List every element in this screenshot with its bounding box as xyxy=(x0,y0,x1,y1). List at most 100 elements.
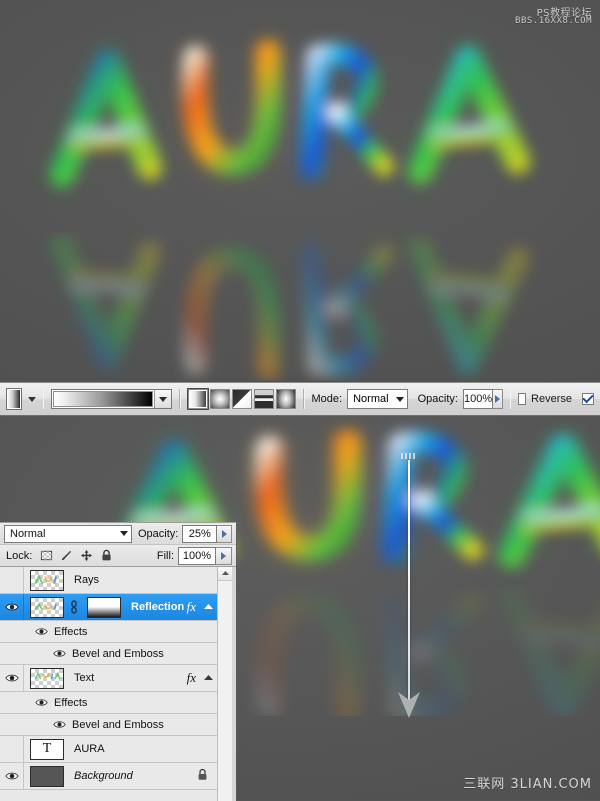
fill-value: 100% xyxy=(182,549,212,562)
eye-icon[interactable] xyxy=(4,602,19,612)
layer-name-effects-reflection: Effects xyxy=(54,625,88,638)
layer-thumbnail-background[interactable] xyxy=(30,765,64,787)
layer-list[interactable]: Rays Reflection fx Effects Bevel and Emb… xyxy=(0,567,218,801)
visibility-toggle-bevel-emboss-reflection[interactable] xyxy=(52,649,66,658)
fill-label: Fill: xyxy=(156,549,174,562)
eye-icon[interactable] xyxy=(52,720,66,729)
lock-all-icon[interactable] xyxy=(100,549,113,562)
layer-mask-thumbnail-reflection[interactable] xyxy=(87,596,121,618)
layer-blend-mode-value: Normal xyxy=(10,527,46,540)
gradient-preset-picker[interactable] xyxy=(51,389,173,409)
visibility-toggle-effects-reflection[interactable] xyxy=(34,627,48,636)
layer-thumbnail-reflection[interactable] xyxy=(30,596,64,618)
eye-icon[interactable] xyxy=(34,698,48,707)
gradient-type-buttons[interactable] xyxy=(186,388,296,410)
layer-blend-mode-select[interactable]: Normal xyxy=(4,524,132,543)
lock-transparent-pixels-icon[interactable] xyxy=(40,549,53,562)
layer-blend-chevron-down-icon[interactable] xyxy=(120,531,128,536)
diamond-gradient-icon[interactable] xyxy=(275,389,296,409)
visibility-toggle-effects-text[interactable] xyxy=(34,698,48,707)
reflected-gradient-icon[interactable] xyxy=(253,389,274,409)
layer-opacity-input[interactable]: 25% xyxy=(182,524,218,543)
background-lock-icon xyxy=(197,768,208,784)
blend-mode-chevron-down-icon[interactable] xyxy=(395,396,404,402)
layer-name-reflection: Reflection xyxy=(131,601,185,613)
fill-stepper[interactable] xyxy=(216,546,232,565)
layer-effects-fx-icon-reflection[interactable]: fx xyxy=(187,599,196,615)
eye-icon[interactable] xyxy=(4,673,19,683)
options-divider-4 xyxy=(509,389,512,409)
visibility-toggle-rays[interactable] xyxy=(0,567,24,593)
gradient-preview-swatch[interactable] xyxy=(53,391,154,407)
visibility-toggle-background[interactable] xyxy=(0,763,24,789)
layer-opacity-value: 25% xyxy=(188,527,211,540)
layer-opacity-arrow-icon[interactable] xyxy=(221,529,227,538)
lock-image-pixels-icon[interactable] xyxy=(60,549,73,562)
opacity-slider-arrow-icon[interactable] xyxy=(494,395,500,403)
opacity-stepper[interactable] xyxy=(493,389,503,409)
layer-row-background[interactable]: Background xyxy=(0,763,218,790)
layer-row-effects-text[interactable]: Effects xyxy=(0,692,218,714)
blend-mode-select[interactable]: Normal xyxy=(347,389,408,409)
layer-row-reflection[interactable]: Reflection fx xyxy=(0,594,218,621)
tool-preset-chevron-down-icon[interactable] xyxy=(27,396,36,402)
lock-position-icon[interactable] xyxy=(80,549,93,562)
layer-thumbnail-text[interactable] xyxy=(30,667,64,689)
eye-icon[interactable] xyxy=(34,627,48,636)
layer-mask-link-icon[interactable] xyxy=(69,600,78,614)
layer-effects-expander-reflection[interactable] xyxy=(202,604,214,610)
layer-name-bevel-emboss-text: Bevel and Emboss xyxy=(72,718,164,731)
watermark-bottom: 三联网 3LIAN.COM xyxy=(463,777,592,792)
reverse-checkbox[interactable] xyxy=(518,393,527,405)
blend-mode-value: Normal xyxy=(353,393,389,405)
gradient-tool-options-bar[interactable]: Mode: Normal Opacity: 100% Reverse xyxy=(0,382,600,416)
document-canvas-top[interactable]: PS教程论坛 BBS.16XX8.COM xyxy=(0,0,600,382)
layer-name-bevel-emboss-reflection: Bevel and Emboss xyxy=(72,647,164,660)
options-divider-2 xyxy=(179,389,181,409)
radial-gradient-icon[interactable] xyxy=(209,389,230,409)
layers-lock-row[interactable]: Lock: Fill: 100% xyxy=(0,545,236,567)
scroll-up-button[interactable] xyxy=(218,567,232,581)
layer-name-aura-type: AURA xyxy=(74,743,105,755)
gradient-preset-chevron-down-icon[interactable] xyxy=(154,390,172,408)
layers-panel[interactable]: Normal Opacity: 25% Lock: Fill: 100% Ray… xyxy=(0,522,237,801)
angle-gradient-icon[interactable] xyxy=(231,389,252,409)
visibility-toggle-text[interactable] xyxy=(0,665,24,691)
layer-name-background: Background xyxy=(74,770,133,782)
layer-effects-expander-text[interactable] xyxy=(202,675,214,681)
visibility-toggle-bevel-emboss-text[interactable] xyxy=(52,720,66,729)
linear-gradient-icon[interactable] xyxy=(186,388,209,410)
mode-label: Mode: xyxy=(311,393,343,405)
options-divider-1 xyxy=(42,389,45,409)
layer-row-rays[interactable]: Rays xyxy=(0,567,218,594)
opacity-label: Opacity: xyxy=(417,393,458,405)
layer-row-text[interactable]: Text fx xyxy=(0,665,218,692)
fill-arrow-icon[interactable] xyxy=(221,551,226,560)
gradient-drag-line xyxy=(408,460,410,700)
gradient-tool-icon[interactable] xyxy=(6,388,22,410)
layer-effects-fx-icon-text[interactable]: fx xyxy=(187,670,196,686)
visibility-toggle-aura-type[interactable] xyxy=(0,736,24,762)
reverse-label: Reverse xyxy=(531,393,573,405)
layers-blend-row[interactable]: Normal Opacity: 25% xyxy=(0,523,236,545)
options-divider-3 xyxy=(302,389,305,409)
layer-row-effects-reflection[interactable]: Effects xyxy=(0,621,218,643)
dither-checkbox[interactable] xyxy=(582,393,595,405)
fill-input[interactable]: 100% xyxy=(178,546,216,565)
layer-thumbnail-type-t-icon[interactable]: T xyxy=(30,738,64,760)
layer-opacity-stepper[interactable] xyxy=(217,524,232,543)
layer-row-aura-type[interactable]: T AURA xyxy=(0,736,218,763)
layer-name-effects-text: Effects xyxy=(54,696,88,709)
layer-row-bevel-emboss-reflection[interactable]: Bevel and Emboss xyxy=(0,643,218,665)
opacity-input[interactable]: 100% xyxy=(462,389,494,409)
layer-row-bevel-emboss-text[interactable]: Bevel and Emboss xyxy=(0,714,218,736)
layer-name-rays: Rays xyxy=(74,574,100,586)
layers-scrollbar[interactable] xyxy=(217,567,232,801)
layers-panel-right-gutter xyxy=(232,567,236,801)
layer-thumbnail-rays[interactable] xyxy=(30,569,64,591)
eye-icon[interactable] xyxy=(52,649,66,658)
visibility-toggle-reflection[interactable] xyxy=(0,594,24,620)
layer-opacity-label: Opacity: xyxy=(138,527,179,540)
eye-icon[interactable] xyxy=(4,771,19,781)
gradient-drag-origin-marker xyxy=(401,453,417,459)
